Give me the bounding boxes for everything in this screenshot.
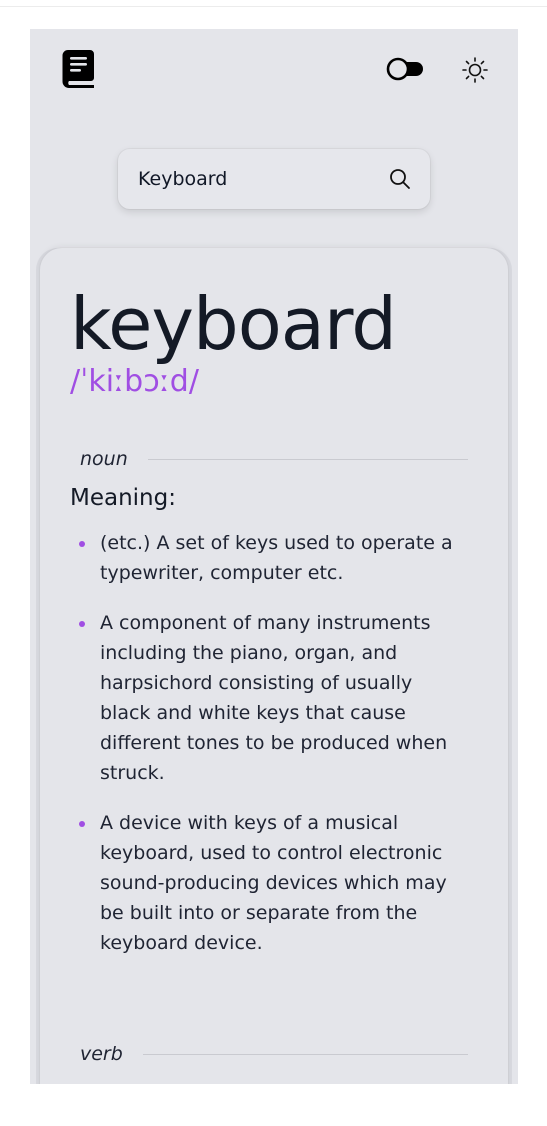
definition-item: A device with keys of a musical keyboard… (70, 808, 455, 958)
search-icon[interactable] (388, 167, 412, 191)
meaning-heading: Meaning: (70, 485, 176, 511)
part-of-speech-noun: noun (80, 447, 468, 471)
part-of-speech-label: verb (80, 1043, 123, 1065)
search-input[interactable] (138, 166, 378, 192)
divider (147, 458, 468, 460)
word-title: keyboard (70, 282, 397, 366)
browser-top-edge (0, 0, 547, 7)
bullet-dot (79, 821, 85, 827)
toggle-icon[interactable] (386, 57, 424, 81)
dictionary-app: keyboard /ˈkiːbɔːd/ noun Meaning: (etc.)… (30, 29, 518, 1084)
definition-card: keyboard /ˈkiːbɔːd/ noun Meaning: (etc.)… (40, 248, 508, 1084)
definition-text: A component of many instruments includin… (100, 612, 448, 784)
definition-item: (etc.) A set of keys used to operate a t… (70, 528, 455, 588)
part-of-speech-verb: verb (80, 1042, 468, 1066)
definition-text: A device with keys of a musical keyboard… (100, 812, 447, 954)
sun-icon[interactable] (462, 57, 488, 83)
book-icon[interactable] (62, 50, 96, 88)
definition-item: A component of many instruments includin… (70, 608, 455, 788)
part-of-speech-label: noun (80, 448, 128, 470)
bullet-dot (79, 621, 85, 627)
phonetic-text: /ˈkiːbɔːd/ (70, 364, 199, 399)
definition-text: (etc.) A set of keys used to operate a t… (100, 532, 453, 584)
bullet-dot (79, 541, 85, 547)
definition-list: (etc.) A set of keys used to operate a t… (70, 528, 455, 978)
divider (142, 1053, 468, 1055)
search-box (118, 149, 430, 209)
